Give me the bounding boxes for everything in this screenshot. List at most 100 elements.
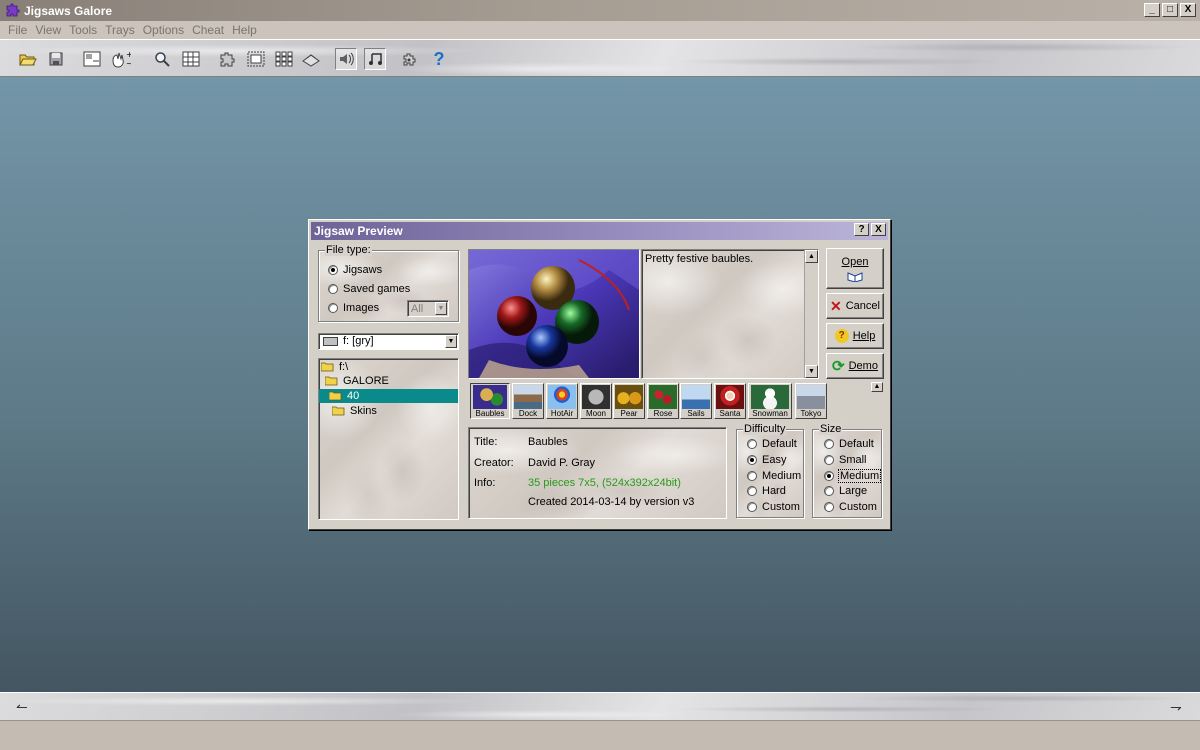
- radio-label: Small: [839, 454, 867, 466]
- radio-label: Saved games: [343, 283, 411, 295]
- thumbnail-image: [682, 385, 710, 409]
- scroll-up-icon[interactable]: ▲: [805, 250, 818, 263]
- menu-cheat[interactable]: Cheat: [192, 23, 224, 37]
- size-large[interactable]: Large: [824, 485, 867, 497]
- radio-dot: [747, 439, 757, 449]
- open-button[interactable]: Open: [826, 248, 884, 289]
- thumbnail-image: [797, 385, 825, 409]
- difficulty-custom[interactable]: Custom: [747, 501, 800, 513]
- tree-item[interactable]: f:\: [320, 360, 349, 374]
- thumbnail-image: [473, 385, 507, 409]
- cheat-icon[interactable]: [398, 48, 420, 70]
- puzzle-piece-icon[interactable]: [216, 48, 238, 70]
- size-custom[interactable]: Custom: [824, 501, 877, 513]
- save-icon[interactable]: [45, 48, 67, 70]
- radio-dot: [824, 486, 834, 496]
- difficulty-hard[interactable]: Hard: [747, 485, 786, 497]
- tray-scroll-left-icon[interactable]: ↼: [16, 699, 28, 716]
- chevron-down-icon[interactable]: ▼: [445, 335, 457, 348]
- radio-images[interactable]: Images: [328, 302, 379, 314]
- size-default[interactable]: Default: [824, 438, 874, 450]
- magnifier-icon[interactable]: [151, 48, 173, 70]
- tray-scroll-right-icon[interactable]: ⇁: [1170, 699, 1182, 716]
- thumbnail-label: Santa: [719, 409, 741, 418]
- tree-item[interactable]: GALORE: [324, 374, 389, 388]
- demo-button[interactable]: ⟳ Demo: [826, 353, 884, 379]
- scroll-down-icon[interactable]: ▼: [805, 365, 818, 378]
- music-icon[interactable]: [364, 48, 386, 70]
- radio-saved-games[interactable]: Saved games: [328, 283, 410, 295]
- thumbnail-label: Rose: [653, 409, 673, 418]
- menu-tools[interactable]: Tools: [69, 23, 97, 37]
- chevron-down-icon[interactable]: ▼: [435, 302, 447, 315]
- dialog-help-button[interactable]: ?: [854, 223, 869, 236]
- dialog-close-button[interactable]: X: [871, 223, 886, 236]
- thumbnail-santa[interactable]: Santa: [714, 383, 746, 419]
- open-folder-icon: [328, 391, 343, 401]
- radio-dot: [747, 455, 757, 465]
- thumbnail-hotair[interactable]: HotAir: [546, 383, 578, 419]
- size-medium[interactable]: Medium: [824, 469, 882, 483]
- thumbnail-label: Sails: [687, 409, 705, 418]
- menu-file[interactable]: File: [8, 23, 27, 37]
- thumbnail-snowman[interactable]: Snowman: [748, 383, 792, 419]
- cancel-button[interactable]: ✕ Cancel: [826, 293, 884, 319]
- thumbnail-baubles[interactable]: Baubles: [470, 383, 510, 419]
- thumbnail-image: [514, 385, 542, 409]
- menu-trays[interactable]: Trays: [105, 23, 135, 37]
- hand-zoom-icon[interactable]: + ~: [109, 48, 131, 70]
- thumbnail-sails[interactable]: Sails: [680, 383, 712, 419]
- radio-label: Medium: [762, 470, 802, 482]
- menu-options[interactable]: Options: [143, 23, 184, 37]
- thumbnails-scroll-up-icon[interactable]: ▲: [871, 382, 883, 392]
- frame-icon[interactable]: [245, 48, 267, 70]
- radio-jigsaws[interactable]: Jigsaws: [328, 264, 382, 276]
- sound-icon[interactable]: [335, 48, 357, 70]
- open-folder-icon: [320, 362, 335, 372]
- creator-label: Creator:: [474, 457, 514, 469]
- help-button-label: Help: [852, 330, 876, 342]
- filter-dropdown[interactable]: All ▼: [407, 300, 449, 317]
- maximize-button[interactable]: □: [1162, 3, 1178, 17]
- tree-item-selected[interactable]: 40: [319, 389, 458, 403]
- tray-icon[interactable]: [300, 48, 322, 70]
- tree-item[interactable]: Skins: [331, 404, 377, 418]
- description-box[interactable]: Pretty festive baubles. ▲ ▼: [641, 249, 819, 379]
- close-button[interactable]: X: [1180, 3, 1196, 17]
- thumbnail-tokyo[interactable]: Tokyo: [795, 383, 827, 419]
- menu-help[interactable]: Help: [232, 23, 257, 37]
- thumbnail-dock[interactable]: Dock: [512, 383, 544, 419]
- help-button[interactable]: ? Help: [826, 323, 884, 349]
- tiles-icon[interactable]: [273, 48, 295, 70]
- drive-dropdown[interactable]: f: [gry] ▼: [318, 333, 459, 350]
- difficulty-default[interactable]: Default: [747, 438, 797, 450]
- cancel-x-icon: ✕: [830, 297, 842, 314]
- status-bar: [0, 720, 1200, 750]
- size-small[interactable]: Small: [824, 454, 867, 466]
- help-icon[interactable]: ?: [428, 48, 450, 70]
- board-icon[interactable]: [81, 48, 103, 70]
- dialog-title-bar: Jigsaw Preview: [311, 222, 888, 240]
- thumbnail-pear[interactable]: Pear: [613, 383, 645, 419]
- open-folder-icon: [324, 376, 339, 386]
- tree-item-label: f:\: [339, 361, 349, 373]
- minimize-button[interactable]: _: [1144, 3, 1160, 17]
- radio-dot: [824, 455, 834, 465]
- svg-text:+: +: [126, 50, 131, 59]
- creator-value: David P. Gray: [528, 457, 596, 469]
- difficulty-medium[interactable]: Medium: [747, 470, 801, 482]
- thumbnail-moon[interactable]: Moon: [580, 383, 612, 419]
- description-scrollbar[interactable]: ▲ ▼: [804, 250, 818, 378]
- title-value: Baubles: [528, 436, 568, 448]
- svg-text:~: ~: [126, 59, 131, 68]
- open-folder-icon[interactable]: [17, 48, 39, 70]
- thumbnail-rose[interactable]: Rose: [647, 383, 679, 419]
- radio-label: Easy: [762, 454, 787, 466]
- difficulty-easy[interactable]: Easy: [747, 454, 786, 466]
- drive-icon: [323, 337, 338, 346]
- thumbnail-label: Tokyo: [800, 409, 822, 418]
- menu-view[interactable]: View: [35, 23, 61, 37]
- grid-icon[interactable]: [180, 48, 202, 70]
- toolbar: + ~ ?: [0, 39, 1200, 77]
- thumbnail-image: [716, 385, 744, 409]
